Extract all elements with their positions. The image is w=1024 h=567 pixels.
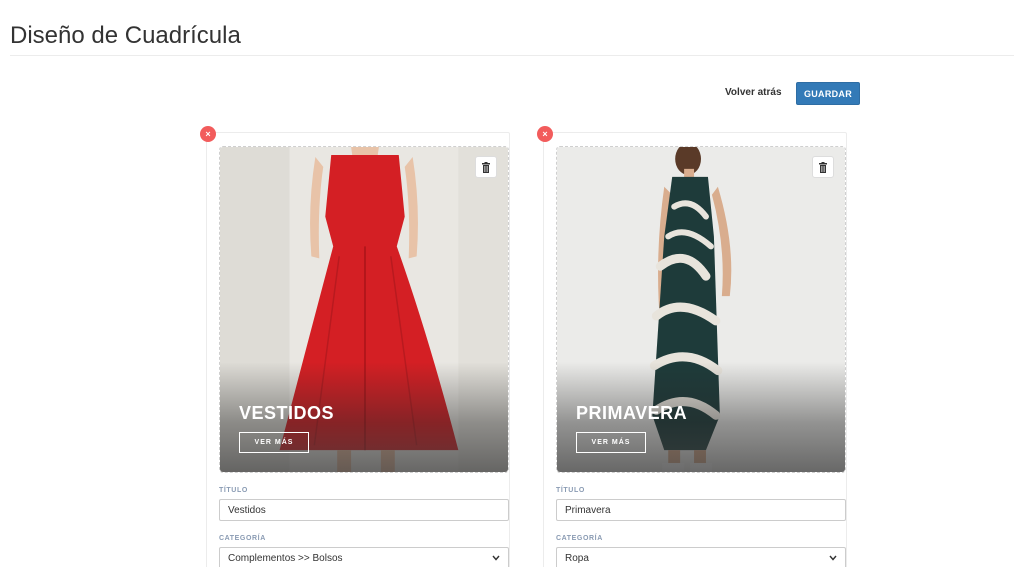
back-link[interactable]: Volver atrás bbox=[725, 87, 782, 98]
grid-card: × VESTIDOS VER MÁS TÍTULO Vestidos CATEG… bbox=[200, 126, 510, 567]
category-field-label: CATEGORÍA bbox=[219, 535, 266, 542]
remove-card-icon[interactable]: × bbox=[537, 126, 553, 142]
card-image[interactable]: VESTIDOS VER MÁS bbox=[219, 146, 509, 473]
category-selected-value: Ropa bbox=[565, 552, 589, 564]
overlay-title: VESTIDOS bbox=[239, 403, 335, 423]
title-field-label: TÍTULO bbox=[219, 487, 248, 494]
category-field-label: CATEGORÍA bbox=[556, 535, 603, 542]
see-more-button[interactable]: VER MÁS bbox=[239, 432, 309, 453]
remove-card-icon[interactable]: × bbox=[200, 126, 216, 142]
card-image[interactable]: PRIMAVERA VER MÁS bbox=[556, 146, 846, 473]
overlay-title: PRIMAVERA bbox=[576, 403, 688, 423]
chevron-down-icon bbox=[492, 555, 500, 561]
title-input[interactable] bbox=[219, 499, 509, 521]
delete-image-button[interactable] bbox=[812, 156, 834, 178]
delete-image-button[interactable] bbox=[475, 156, 497, 178]
category-select[interactable]: Ropa bbox=[556, 547, 846, 567]
page-title: Diseño de Cuadrícula bbox=[10, 22, 241, 49]
title-divider bbox=[10, 55, 1014, 56]
category-selected-value: Complementos >> Bolsos bbox=[228, 552, 343, 564]
category-select[interactable]: Complementos >> Bolsos bbox=[219, 547, 509, 567]
see-more-button[interactable]: VER MÁS bbox=[576, 432, 646, 453]
trash-icon bbox=[482, 161, 490, 173]
chevron-down-icon bbox=[829, 555, 837, 561]
grid-card: × PRIMAVERA VER MÁS TÍTULO Primavera CAT… bbox=[537, 126, 847, 567]
trash-icon bbox=[819, 161, 827, 173]
save-button[interactable]: GUARDAR bbox=[796, 82, 860, 105]
title-input[interactable] bbox=[556, 499, 846, 521]
title-field-label: TÍTULO bbox=[556, 487, 585, 494]
